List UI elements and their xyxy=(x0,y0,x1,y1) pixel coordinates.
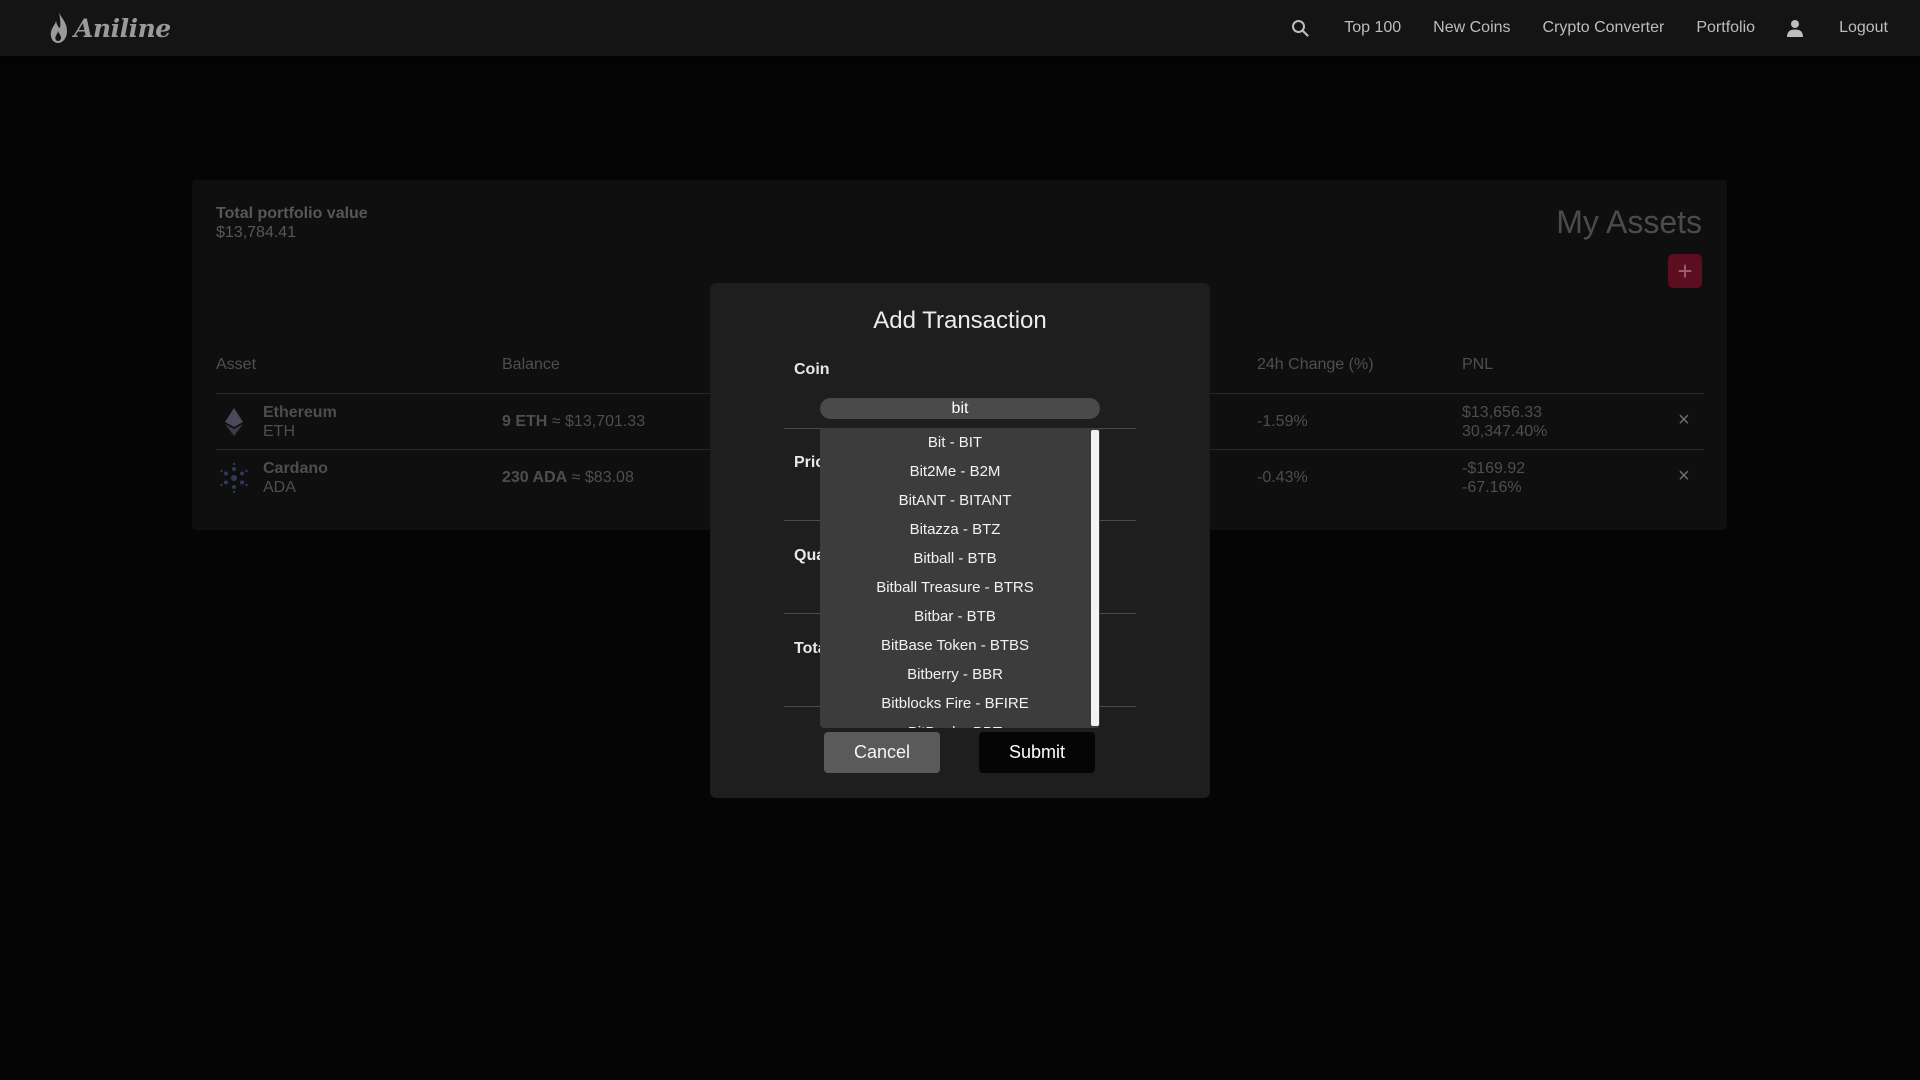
nav-links: Top 100 New Coins Crypto Converter Portf… xyxy=(1260,0,1888,56)
coin-option[interactable]: Bit - BIT xyxy=(820,428,1090,457)
cardano-icon xyxy=(218,462,250,494)
nav-crypto-converter[interactable]: Crypto Converter xyxy=(1543,19,1665,37)
asset-pnl-percent: -67.16% xyxy=(1462,479,1522,496)
brand-logo[interactable]: Aniline xyxy=(46,10,171,46)
modal-title: Add Transaction xyxy=(873,307,1047,334)
column-header-asset: Asset xyxy=(216,356,257,373)
add-asset-button[interactable]: + xyxy=(1668,254,1702,288)
asset-symbol: ADA xyxy=(263,479,296,496)
coin-label: Coin xyxy=(794,361,830,378)
remove-asset-button[interactable]: × xyxy=(1678,409,1690,432)
search-icon[interactable] xyxy=(1288,16,1312,40)
asset-24h-change: -1.59% xyxy=(1257,413,1308,430)
page-title: My Assets xyxy=(1556,204,1702,240)
flame-logo-icon xyxy=(50,12,67,43)
coin-option[interactable]: Bitberry - BBR xyxy=(820,660,1090,689)
column-header-balance: Balance xyxy=(502,356,560,373)
asset-pnl: -$169.92 xyxy=(1462,460,1526,477)
coin-suggestions-dropdown[interactable]: Bit - BIT Bit2Me - B2M BitANT - BITANT B… xyxy=(820,428,1100,728)
balance-value: ≈ $83.08 xyxy=(571,469,634,486)
nav-portfolio[interactable]: Portfolio xyxy=(1696,19,1755,37)
asset-pnl-percent: 30,347.40% xyxy=(1462,423,1548,440)
coin-option[interactable]: Bitball Treasure - BTRS xyxy=(820,573,1090,602)
asset-balance: 230 ADA ≈ $83.08 xyxy=(502,469,634,487)
logout-link[interactable]: Logout xyxy=(1839,19,1888,37)
balance-value: ≈ $13,701.33 xyxy=(551,413,646,430)
top-navbar: Aniline Top 100 New Coins Crypto Convert… xyxy=(0,0,1920,56)
coin-option[interactable]: Bitball - BTB xyxy=(820,544,1090,573)
total-portfolio-label: Total portfolio value xyxy=(216,205,368,222)
dropdown-scrollbar[interactable] xyxy=(1090,428,1100,728)
asset-symbol: ETH xyxy=(263,423,295,440)
coin-option[interactable]: BitBook - BBT xyxy=(820,718,1090,728)
total-portfolio-value: $13,784.41 xyxy=(216,224,297,241)
brand-name: Aniline xyxy=(74,13,171,43)
nav-new-coins[interactable]: New Coins xyxy=(1433,19,1510,37)
balance-quantity: 230 ADA xyxy=(502,469,568,486)
remove-asset-button[interactable]: × xyxy=(1678,465,1690,488)
asset-name: Ethereum xyxy=(263,404,337,421)
user-icon[interactable] xyxy=(1783,16,1807,40)
asset-balance: 9 ETH ≈ $13,701.33 xyxy=(502,413,645,431)
coin-option[interactable]: Bitazza - BTZ xyxy=(820,515,1090,544)
coin-option[interactable]: Bitbar - BTB xyxy=(820,602,1090,631)
dropdown-scrollbar-thumb[interactable] xyxy=(1091,430,1099,726)
submit-button[interactable]: Submit xyxy=(979,732,1095,773)
add-transaction-modal: Add Transaction Coin Pric Qua Tota Bit -… xyxy=(710,283,1210,798)
ethereum-icon xyxy=(218,406,250,438)
column-header-24h-change: 24h Change (%) xyxy=(1257,356,1374,373)
asset-name: Cardano xyxy=(263,460,328,477)
coin-option[interactable]: Bitblocks Fire - BFIRE xyxy=(820,689,1090,718)
coin-option[interactable]: Bit2Me - B2M xyxy=(820,457,1090,486)
coin-option[interactable]: BitANT - BITANT xyxy=(820,486,1090,515)
asset-pnl: $13,656.33 xyxy=(1462,404,1543,421)
column-header-pnl: PNL xyxy=(1462,356,1494,373)
coin-search-input[interactable] xyxy=(820,398,1100,419)
asset-24h-change: -0.43% xyxy=(1257,469,1308,486)
balance-quantity: 9 ETH xyxy=(502,413,548,430)
cancel-button[interactable]: Cancel xyxy=(824,732,940,773)
nav-top-100[interactable]: Top 100 xyxy=(1344,19,1401,37)
coin-option[interactable]: BitBase Token - BTBS xyxy=(820,631,1090,660)
coin-suggestions-list: Bit - BIT Bit2Me - B2M BitANT - BITANT B… xyxy=(820,428,1090,728)
